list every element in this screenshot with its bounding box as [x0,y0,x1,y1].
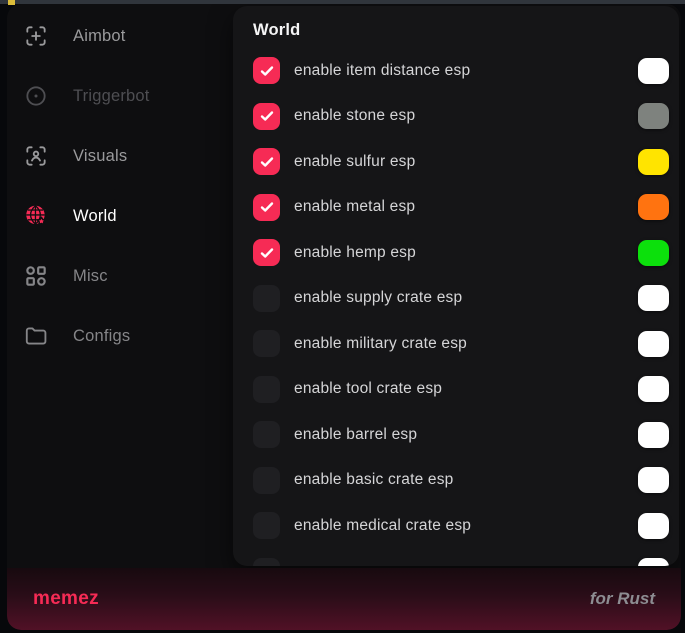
esp-option-row: enable stone esp [233,94,679,140]
esp-row-label: enable sulfur esp [294,153,638,171]
sidebar-item-world[interactable]: World [7,186,233,246]
esp-option-row: enable supply crate esp [233,276,679,322]
esp-row-label: enable stone esp [294,107,638,125]
esp-row-label: enable tool crate esp [294,380,638,398]
esp-checkbox[interactable] [253,376,280,403]
visuals-icon [23,143,49,169]
esp-color-swatch[interactable] [638,467,669,493]
esp-checkbox[interactable] [253,421,280,448]
esp-option-row: enable medical crate esp [233,503,679,549]
sidebar-item-label: Misc [73,267,108,286]
esp-row-label: enable supply crate esp [294,289,638,307]
cheat-window: Aimbot Triggerbot [7,4,681,630]
brand-logo: memez [33,588,99,610]
esp-color-swatch[interactable] [638,149,669,175]
esp-option-row: enable basic crate esp [233,458,679,504]
esp-checkbox[interactable] [253,285,280,312]
esp-row-label: enable medical crate esp [294,517,638,535]
esp-checkbox[interactable] [253,467,280,494]
sidebar-item-visuals[interactable]: Visuals [7,126,233,186]
esp-option-row: enable barrel esp [233,412,679,458]
esp-option-row: enable tool crate esp [233,367,679,413]
sidebar-item-label: Triggerbot [73,87,150,106]
esp-checkbox[interactable] [253,558,280,566]
esp-color-swatch[interactable] [638,58,669,84]
esp-row-label: enable barrel esp [294,426,638,444]
esp-color-swatch[interactable] [638,285,669,311]
brand-tagline: for Rust [590,589,655,609]
esp-color-swatch[interactable] [638,240,669,266]
panel-title: World [233,6,679,48]
esp-row-label: enable item distance esp [294,62,638,80]
sidebar-item-label: World [73,207,117,226]
esp-color-swatch[interactable] [638,376,669,402]
screen: Aimbot Triggerbot [0,0,685,633]
configs-icon [23,323,49,349]
sidebar-item-configs[interactable]: Configs [7,306,233,366]
sidebar-item-label: Visuals [73,147,127,166]
esp-checkbox[interactable] [253,194,280,221]
esp-row-label: enable metal esp [294,198,638,216]
esp-checkbox[interactable] [253,330,280,357]
esp-option-row: enable sulfur esp [233,139,679,185]
esp-row-label: enable hemp esp [294,244,638,262]
sidebar-item-triggerbot[interactable]: Triggerbot [7,66,233,126]
esp-option-row: enable military crate esp [233,321,679,367]
footer-bar: memez for Rust [7,568,681,630]
misc-icon [23,263,49,289]
aimbot-icon [23,23,49,49]
esp-color-swatch[interactable] [638,558,669,566]
triggerbot-icon [23,83,49,109]
esp-color-swatch[interactable] [638,422,669,448]
esp-checkbox[interactable] [253,57,280,84]
esp-checkbox[interactable] [253,103,280,130]
sidebar-item-label: Configs [73,327,130,346]
esp-checkbox[interactable] [253,148,280,175]
esp-color-swatch[interactable] [638,331,669,357]
world-panel: World enable item distance esp [233,6,679,566]
esp-options-list: enable item distance esp enable stone es… [233,48,679,566]
sidebar-item-misc[interactable]: Misc [7,246,233,306]
esp-option-row: enable item distance esp [233,48,679,94]
esp-color-swatch[interactable] [638,103,669,129]
esp-option-row: enable hemp esp [233,230,679,276]
esp-checkbox[interactable] [253,512,280,539]
esp-checkbox[interactable] [253,239,280,266]
world-icon [23,203,49,229]
esp-option-row [233,549,679,567]
sidebar-item-label: Aimbot [73,27,126,46]
esp-row-label: enable basic crate esp [294,471,638,489]
sidebar: Aimbot Triggerbot [7,4,233,568]
esp-row-label: enable military crate esp [294,335,638,353]
esp-option-row: enable metal esp [233,185,679,231]
esp-color-swatch[interactable] [638,513,669,539]
sidebar-item-aimbot[interactable]: Aimbot [7,6,233,66]
esp-color-swatch[interactable] [638,194,669,220]
